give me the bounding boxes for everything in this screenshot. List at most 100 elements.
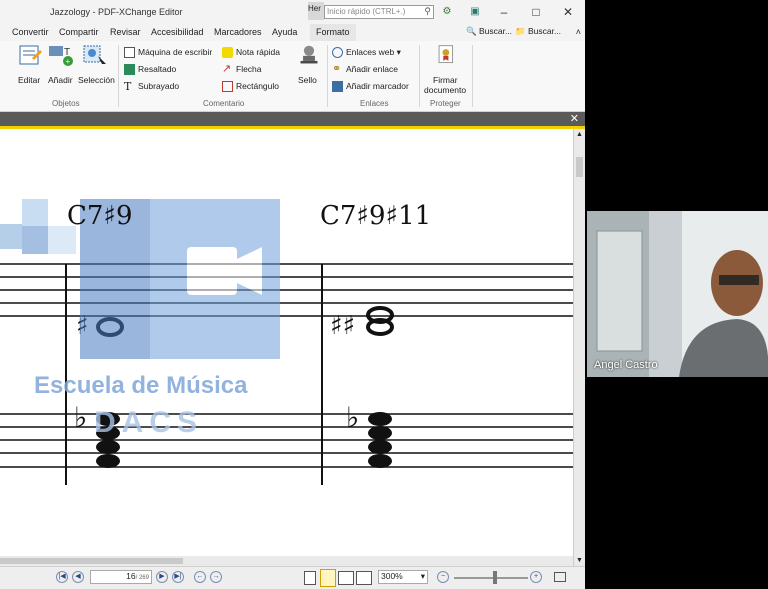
pdf-page-view[interactable]: ♯ ♭ ♯♯ ♭ [0, 129, 573, 556]
group-label-proteger: Proteger [430, 99, 461, 108]
sello-button[interactable]: Sello [298, 75, 317, 85]
title-bar: Jazzology - PDF-XChange Editor Her Inici… [0, 0, 585, 24]
sticky-note-icon [222, 47, 233, 59]
total-pages: / 269 [135, 575, 149, 581]
ribbon-separator [472, 45, 473, 107]
settings-icon[interactable]: ⚙ [440, 5, 454, 19]
single-page-view-icon[interactable] [304, 571, 316, 585]
watermark-title: Escuela de Música [34, 372, 248, 399]
highlight-button[interactable]: Resaltado [124, 64, 176, 76]
page-number-input[interactable]: 16/ 269 [90, 570, 152, 584]
minimize-button[interactable]: – [491, 3, 517, 21]
current-page: 16 [126, 571, 136, 581]
editar-button[interactable]: Editar [18, 75, 40, 85]
zoom-in-icon[interactable]: + [530, 571, 542, 583]
arrow-icon: ↗ [222, 63, 232, 76]
ribbon: Editar T + Añadir Selección Objetos Máqui… [0, 41, 585, 112]
firmar-label-1[interactable]: Firmar [433, 75, 458, 85]
edit-objects-icon[interactable] [16, 44, 46, 66]
sign-document-icon[interactable] [430, 44, 460, 66]
tab-accesibilidad[interactable]: Accesibilidad [151, 27, 204, 37]
next-page-icon[interactable]: ▶ [156, 571, 168, 583]
search-icon[interactable]: ⚲ [424, 6, 431, 17]
ribbon-separator [327, 45, 328, 107]
close-document-icon[interactable]: ✕ [570, 112, 579, 126]
watermark-logo [0, 199, 280, 359]
last-page-icon[interactable]: ▶| [172, 571, 184, 583]
video-call-tile[interactable]: Angel Castro [587, 211, 768, 377]
ribbon-tabs: Convertir Compartir Revisar Accesibilida… [0, 24, 585, 41]
web-links-button[interactable]: Enlaces web ▾ [332, 47, 401, 59]
typewriter-icon [124, 47, 135, 59]
window-title: Jazzology - PDF-XChange Editor [50, 7, 183, 17]
horizontal-scrollbar[interactable] [0, 556, 573, 566]
add-bookmark-button[interactable]: Añadir marcador [332, 81, 409, 93]
previous-page-icon[interactable]: ◀ [72, 571, 84, 583]
group-label-objetos: Objetos [52, 99, 80, 108]
notehead [368, 454, 392, 468]
notehead [368, 412, 392, 426]
add-object-icon[interactable]: T+ [46, 44, 76, 66]
typewriter-label: Máquina de escribir [138, 47, 213, 57]
seleccion-button[interactable]: Selección [78, 75, 115, 85]
fullscreen-icon[interactable]: ▣ [468, 5, 482, 19]
add-link-button[interactable]: ⚭ Añadir enlace [332, 64, 398, 75]
zoom-slider-handle[interactable] [493, 571, 497, 584]
notehead [368, 440, 392, 454]
tab-formato[interactable]: Formato [310, 24, 356, 41]
firmar-label-2[interactable]: documento [424, 85, 466, 95]
two-page-continuous-icon[interactable] [356, 571, 372, 585]
maximize-button[interactable]: □ [523, 3, 549, 21]
typewriter-button[interactable]: Máquina de escribir [124, 47, 213, 59]
rectangle-label: Rectángulo [236, 81, 280, 91]
vertical-scrollbar[interactable]: ▲ ▼ [573, 129, 585, 566]
underline-icon: T [124, 80, 132, 94]
zoom-out-icon[interactable]: − [437, 571, 449, 583]
web-links-label: Enlaces web [346, 47, 395, 57]
tab-revisar[interactable]: Revisar [110, 27, 141, 37]
forward-icon[interactable]: → [210, 571, 222, 583]
ribbon-separator [419, 45, 420, 107]
chord-symbol-2: C7♯9♯11 [320, 201, 432, 231]
notehead [96, 454, 120, 468]
select-objects-icon[interactable] [80, 44, 110, 66]
status-bar: |◀ ◀ 16/ 269 ▶ ▶| ← → 300% ▾ − + [0, 566, 585, 589]
close-window-button[interactable]: ✕ [555, 3, 581, 21]
find-button-1[interactable]: 🔍 Buscar... [466, 26, 512, 37]
tab-ayuda[interactable]: Ayuda [272, 27, 297, 37]
notehead [368, 426, 392, 440]
sticky-note-button[interactable]: Nota rápida [222, 47, 280, 59]
group-label-comentario: Comentario [203, 99, 245, 108]
ribbon-tab-herramientas[interactable]: Her [308, 2, 324, 20]
anadir-button[interactable]: Añadir [48, 75, 73, 85]
vertical-scroll-thumb[interactable] [576, 157, 583, 177]
flat-glyph: ♭ [346, 401, 359, 434]
zoom-slider[interactable] [454, 577, 528, 579]
two-page-view-icon[interactable] [338, 571, 354, 585]
zoom-select[interactable]: 300% ▾ [378, 570, 428, 584]
tab-marcadores[interactable]: Marcadores [214, 27, 262, 37]
stamp-icon[interactable] [294, 44, 324, 66]
find-button-2[interactable]: 📁 Buscar... [515, 26, 561, 37]
rectangle-icon [222, 81, 233, 93]
highlight-icon [124, 64, 135, 76]
tab-compartir[interactable]: Compartir [59, 27, 99, 37]
participant-name: Angel Castro [594, 359, 658, 371]
rectangle-button[interactable]: Rectángulo [222, 81, 280, 93]
collapse-ribbon-icon[interactable]: ˄ [576, 27, 581, 37]
scroll-down-icon[interactable]: ▼ [576, 557, 583, 564]
scroll-up-icon[interactable]: ▲ [576, 131, 583, 138]
horizontal-scroll-thumb[interactable] [0, 558, 183, 564]
arrow-button[interactable]: ↗ Flecha [222, 64, 262, 75]
quick-search-input[interactable]: Inicio rápido (CTRL+.) ⚲ [324, 5, 434, 19]
tab-convertir[interactable]: Convertir [12, 27, 49, 37]
continuous-view-icon[interactable] [320, 569, 336, 587]
first-page-icon[interactable]: |◀ [56, 571, 68, 583]
group-label-enlaces: Enlaces [360, 99, 389, 108]
globe-icon [332, 47, 343, 59]
folder-search-icon: 📁 [515, 26, 526, 36]
underline-button[interactable]: T Subrayado [124, 81, 179, 92]
back-icon[interactable]: ← [194, 571, 206, 583]
fit-page-icon[interactable] [554, 572, 566, 582]
bookmark-icon [332, 81, 343, 93]
